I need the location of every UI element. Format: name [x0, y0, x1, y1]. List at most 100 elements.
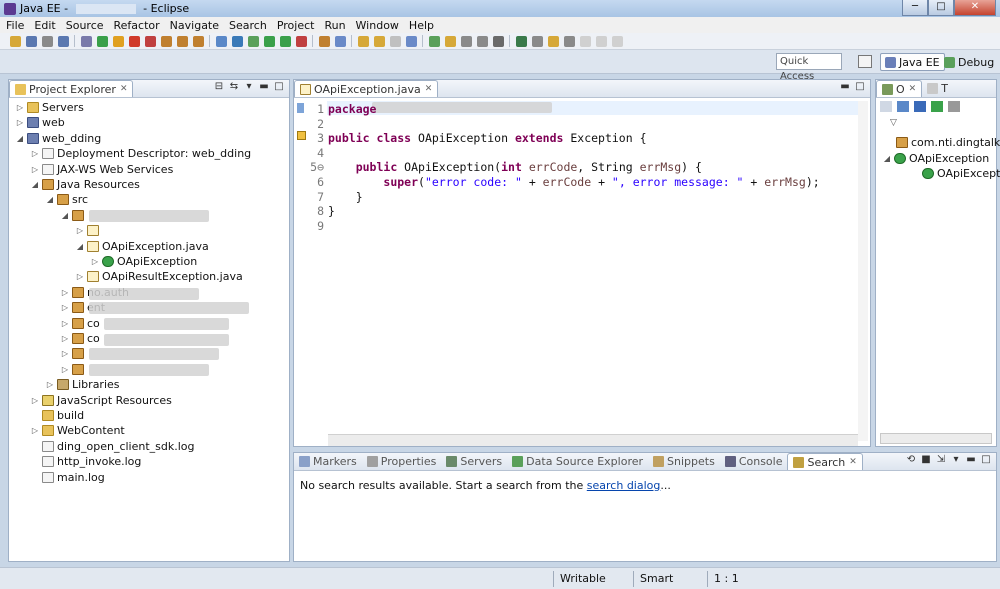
- expand-toggle-icon[interactable]: ◢: [45, 195, 55, 204]
- view-menu-icon[interactable]: ▾: [243, 82, 255, 94]
- toolbar-button-icon[interactable]: [461, 35, 472, 47]
- toolbar-button-icon[interactable]: [406, 35, 417, 47]
- warning-icon[interactable]: [297, 131, 306, 140]
- minimize-view-icon[interactable]: ▬: [839, 82, 851, 94]
- tree-item[interactable]: ▷ JAX-WS Web Services: [30, 162, 173, 177]
- menu-file[interactable]: File: [6, 19, 24, 32]
- hide-fields-icon[interactable]: [897, 101, 909, 112]
- outline-item[interactable]: com.nti.dingtalk.c: [894, 135, 1000, 150]
- hide-static-icon[interactable]: [914, 101, 926, 112]
- tree-item[interactable]: ◢ OApiException.java: [75, 239, 209, 254]
- expand-toggle-icon[interactable]: ▷: [60, 319, 70, 328]
- toolbar-button-icon[interactable]: [177, 35, 188, 47]
- horizontal-scrollbar[interactable]: [328, 434, 858, 446]
- hide-nonpublic-icon[interactable]: [931, 101, 943, 112]
- expand-toggle-icon[interactable]: ▷: [60, 365, 70, 374]
- maximize-view-icon[interactable]: □: [854, 82, 866, 94]
- toolbar-button-icon[interactable]: [58, 35, 69, 47]
- maximize-view-icon[interactable]: □: [273, 82, 285, 94]
- tab-search[interactable]: Search ✕: [787, 453, 863, 470]
- expand-toggle-icon[interactable]: ▷: [75, 272, 85, 281]
- tab-snippets[interactable]: Snippets: [648, 453, 720, 470]
- tree-item[interactable]: ◢ src: [45, 192, 88, 207]
- toolbar-button-icon[interactable]: [161, 35, 172, 47]
- toolbar-button-icon[interactable]: [319, 35, 330, 47]
- menu-search[interactable]: Search: [229, 19, 267, 32]
- toolbar-button-icon[interactable]: [477, 35, 488, 47]
- toolbar-button-icon[interactable]: [493, 35, 504, 47]
- stop-icon[interactable]: ■: [920, 455, 932, 467]
- tree-item[interactable]: main.log: [30, 470, 105, 485]
- tab-data-source-explorer[interactable]: Data Source Explorer: [507, 453, 648, 470]
- maximize-view-icon[interactable]: □: [980, 455, 992, 467]
- tree-item[interactable]: ▷ JavaScript Resources: [30, 393, 172, 408]
- tree-item[interactable]: ◢: [60, 208, 87, 223]
- tree-item[interactable]: ding_open_client_sdk.log: [30, 439, 195, 454]
- tree-item[interactable]: ▷ Servers: [15, 100, 84, 115]
- expand-toggle-icon[interactable]: ▷: [45, 380, 55, 389]
- close-icon[interactable]: ✕: [909, 84, 917, 94]
- expand-toggle-icon[interactable]: ▷: [30, 426, 40, 435]
- minimize-button[interactable]: ─: [902, 0, 928, 16]
- toolbar-button-icon[interactable]: [113, 35, 124, 47]
- outline-item[interactable]: ◢ OApiException: [882, 151, 989, 166]
- toolbar-button-icon[interactable]: [516, 35, 527, 47]
- tree-item[interactable]: ▷ co: [60, 331, 100, 346]
- toolbar-button-icon[interactable]: [612, 35, 623, 47]
- toolbar-button-icon[interactable]: [596, 35, 607, 47]
- toolbar-button-icon[interactable]: [81, 35, 92, 47]
- close-icon[interactable]: ✕: [425, 84, 433, 94]
- pin-icon[interactable]: ⇲: [935, 455, 947, 467]
- horizontal-scrollbar[interactable]: [880, 433, 992, 444]
- expand-toggle-icon[interactable]: ◢: [882, 154, 892, 163]
- toolbar-button-icon[interactable]: [193, 35, 204, 47]
- toolbar-button-icon[interactable]: [296, 35, 307, 47]
- tree-item[interactable]: ◢ web_dding: [15, 131, 101, 146]
- tab-console[interactable]: Console: [720, 453, 788, 470]
- toolbar-button-icon[interactable]: [335, 35, 346, 47]
- expand-toggle-icon[interactable]: ▷: [15, 118, 25, 127]
- maximize-button[interactable]: □: [928, 0, 954, 16]
- tab-properties[interactable]: Properties: [362, 453, 442, 470]
- menu-source[interactable]: Source: [66, 19, 104, 32]
- link-editor-icon[interactable]: ⇆: [228, 82, 240, 94]
- close-icon[interactable]: ✕: [849, 457, 857, 467]
- refresh-icon[interactable]: ⟲: [905, 455, 917, 467]
- close-button[interactable]: ✕: [954, 0, 996, 16]
- toolbar-button-icon[interactable]: [374, 35, 385, 47]
- expand-toggle-icon[interactable]: ▷: [75, 226, 85, 235]
- toolbar-button-icon[interactable]: [26, 35, 37, 47]
- menu-refactor[interactable]: Refactor: [114, 19, 160, 32]
- menu-project[interactable]: Project: [277, 19, 315, 32]
- menu-help[interactable]: Help: [409, 19, 434, 32]
- tab-project-explorer[interactable]: Project Explorer ✕: [9, 80, 134, 97]
- menu-window[interactable]: Window: [356, 19, 399, 32]
- expand-toggle-icon[interactable]: ▷: [60, 334, 70, 343]
- toolbar-button-icon[interactable]: [145, 35, 156, 47]
- tree-item[interactable]: ▷: [60, 346, 87, 361]
- tree-item[interactable]: ▷ Deployment Descriptor: web_dding: [30, 146, 251, 161]
- tree-item[interactable]: ▷: [60, 362, 87, 377]
- toolbar-button-icon[interactable]: [97, 35, 108, 47]
- expand-toggle-icon[interactable]: ◢: [75, 242, 85, 251]
- menu-edit[interactable]: Edit: [34, 19, 55, 32]
- close-icon[interactable]: ✕: [120, 84, 128, 94]
- chevron-down-icon[interactable]: ▽: [890, 118, 897, 128]
- perspective-javaee-button[interactable]: Java EE: [880, 53, 945, 71]
- toolbar-button-icon[interactable]: [548, 35, 559, 47]
- expand-toggle-icon[interactable]: ▷: [90, 257, 100, 266]
- expand-toggle-icon[interactable]: ◢: [30, 180, 40, 189]
- tree-item[interactable]: ▷: [75, 223, 102, 238]
- tree-item[interactable]: ▷ Libraries: [45, 377, 120, 392]
- expand-toggle-icon[interactable]: ▷: [60, 349, 70, 358]
- expand-toggle-icon[interactable]: ▷: [30, 165, 40, 174]
- toolbar-button-icon[interactable]: [564, 35, 575, 47]
- toolbar-button-icon[interactable]: [445, 35, 456, 47]
- tree-item[interactable]: http_invoke.log: [30, 454, 141, 469]
- open-console-icon[interactable]: ▾: [950, 455, 962, 467]
- expand-toggle-icon[interactable]: ◢: [15, 134, 25, 143]
- tab-markers[interactable]: Markers: [294, 453, 362, 470]
- minimize-view-icon[interactable]: ▬: [965, 455, 977, 467]
- tree-item[interactable]: ▷ co: [60, 316, 100, 331]
- toolbar-button-icon[interactable]: [129, 35, 140, 47]
